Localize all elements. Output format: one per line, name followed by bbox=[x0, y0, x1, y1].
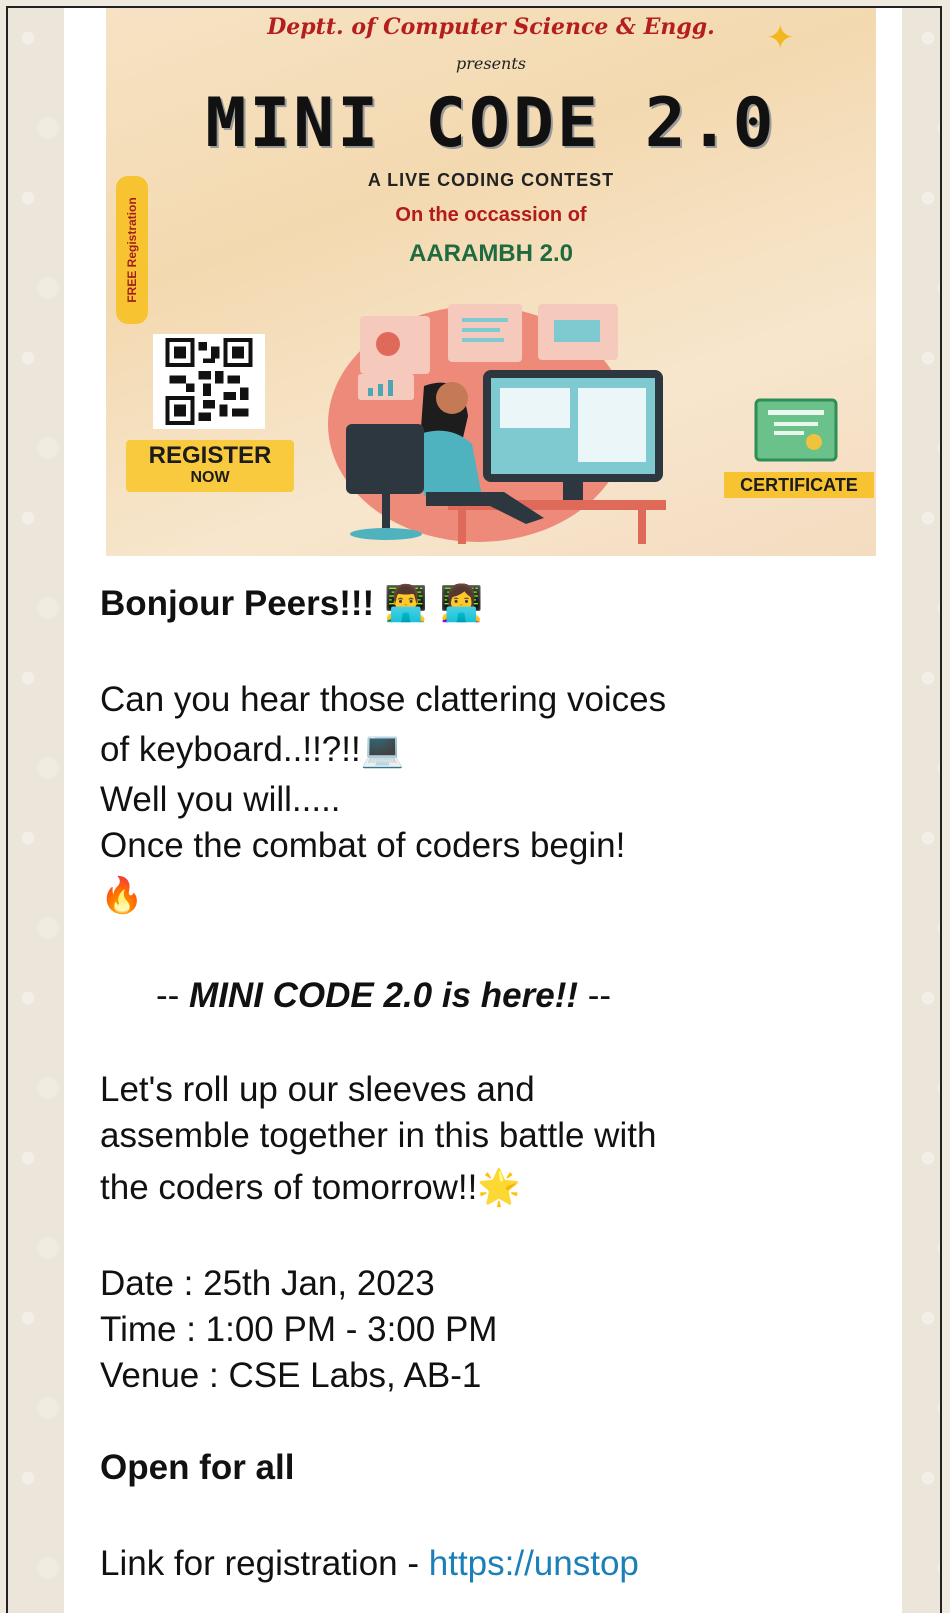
event-poster-image[interactable]: Deptt. of Computer Science & Engg. prese… bbox=[106, 8, 876, 556]
event-date: Date : 25th Jan, 2023 bbox=[100, 1264, 435, 1303]
register-line2: NOW bbox=[190, 469, 230, 486]
free-registration-label: FREE Registration bbox=[125, 197, 139, 303]
paragraph-line-2: assemble together in this battle with bbox=[100, 1116, 657, 1155]
coder-emoji-icon: 👨‍💻 👩‍💻 bbox=[383, 584, 484, 624]
greeting-line: Bonjour Peers!!! 👨‍💻 👩‍💻 bbox=[100, 582, 483, 626]
paragraph-line-3-text: the coders of tomorrow!! bbox=[100, 1168, 478, 1207]
event-venue: Venue : CSE Labs, AB-1 bbox=[100, 1356, 482, 1395]
laptop-emoji-icon: 💻 bbox=[360, 730, 405, 770]
announce-prefix: -- bbox=[156, 976, 190, 1015]
announcement-line: -- MINI CODE 2.0 is here!! -- bbox=[156, 974, 611, 1018]
message-line-1: Can you hear those clattering voices bbox=[100, 680, 667, 719]
registration-link-line: Link for registration - https://unstop bbox=[100, 1542, 639, 1586]
fire-emoji-icon: 🔥 bbox=[100, 876, 144, 916]
message-line-4: Once the combat of coders begin! bbox=[100, 826, 626, 865]
message-line-2-text: of keyboard..!!?!! bbox=[100, 730, 361, 769]
registration-link[interactable]: https://unstop bbox=[429, 1544, 639, 1583]
sparkle-icon: ✦ bbox=[766, 19, 795, 57]
message-line-2: of keyboard..!!?!!💻 bbox=[100, 728, 404, 772]
announce-suffix: -- bbox=[578, 976, 612, 1015]
announce-text: MINI CODE 2.0 is here!! bbox=[189, 976, 579, 1015]
poster-presents: presents bbox=[456, 54, 526, 73]
certificate-icon bbox=[754, 398, 838, 462]
registration-link-label: Link for registration - bbox=[100, 1544, 429, 1583]
poster-dept: Deptt. of Computer Science & Engg. bbox=[267, 14, 715, 40]
paragraph-line-1: Let's roll up our sleeves and bbox=[100, 1070, 535, 1109]
poster-subtitle: A LIVE CODING CONTEST bbox=[367, 170, 615, 190]
event-time: Time : 1:00 PM - 3:00 PM bbox=[100, 1310, 498, 1349]
register-line1: REGISTER bbox=[148, 442, 272, 469]
chat-background: Deptt. of Computer Science & Engg. prese… bbox=[6, 6, 942, 1613]
coder-illustration-icon bbox=[328, 304, 666, 544]
star-emoji-icon: 🌟 bbox=[477, 1168, 521, 1208]
free-registration-tab: FREE Registration bbox=[116, 176, 148, 324]
poster-title: MINI CODE 2.0 bbox=[205, 84, 777, 163]
qr-code-icon bbox=[153, 334, 265, 429]
register-now-badge: REGISTER NOW bbox=[126, 440, 294, 492]
poster-occasion: On the occassion of bbox=[395, 204, 587, 226]
message-line-3: Well you will..... bbox=[100, 780, 341, 819]
certificate-label: CERTIFICATE bbox=[724, 472, 874, 498]
poster-event: AARAMBH 2.0 bbox=[408, 240, 573, 267]
greeting-text: Bonjour Peers!!! bbox=[100, 584, 375, 623]
paragraph-line-3: the coders of tomorrow!!🌟 bbox=[100, 1166, 521, 1210]
message-bubble[interactable]: Deptt. of Computer Science & Engg. prese… bbox=[64, 8, 902, 1613]
open-for-all: Open for all bbox=[100, 1448, 295, 1487]
